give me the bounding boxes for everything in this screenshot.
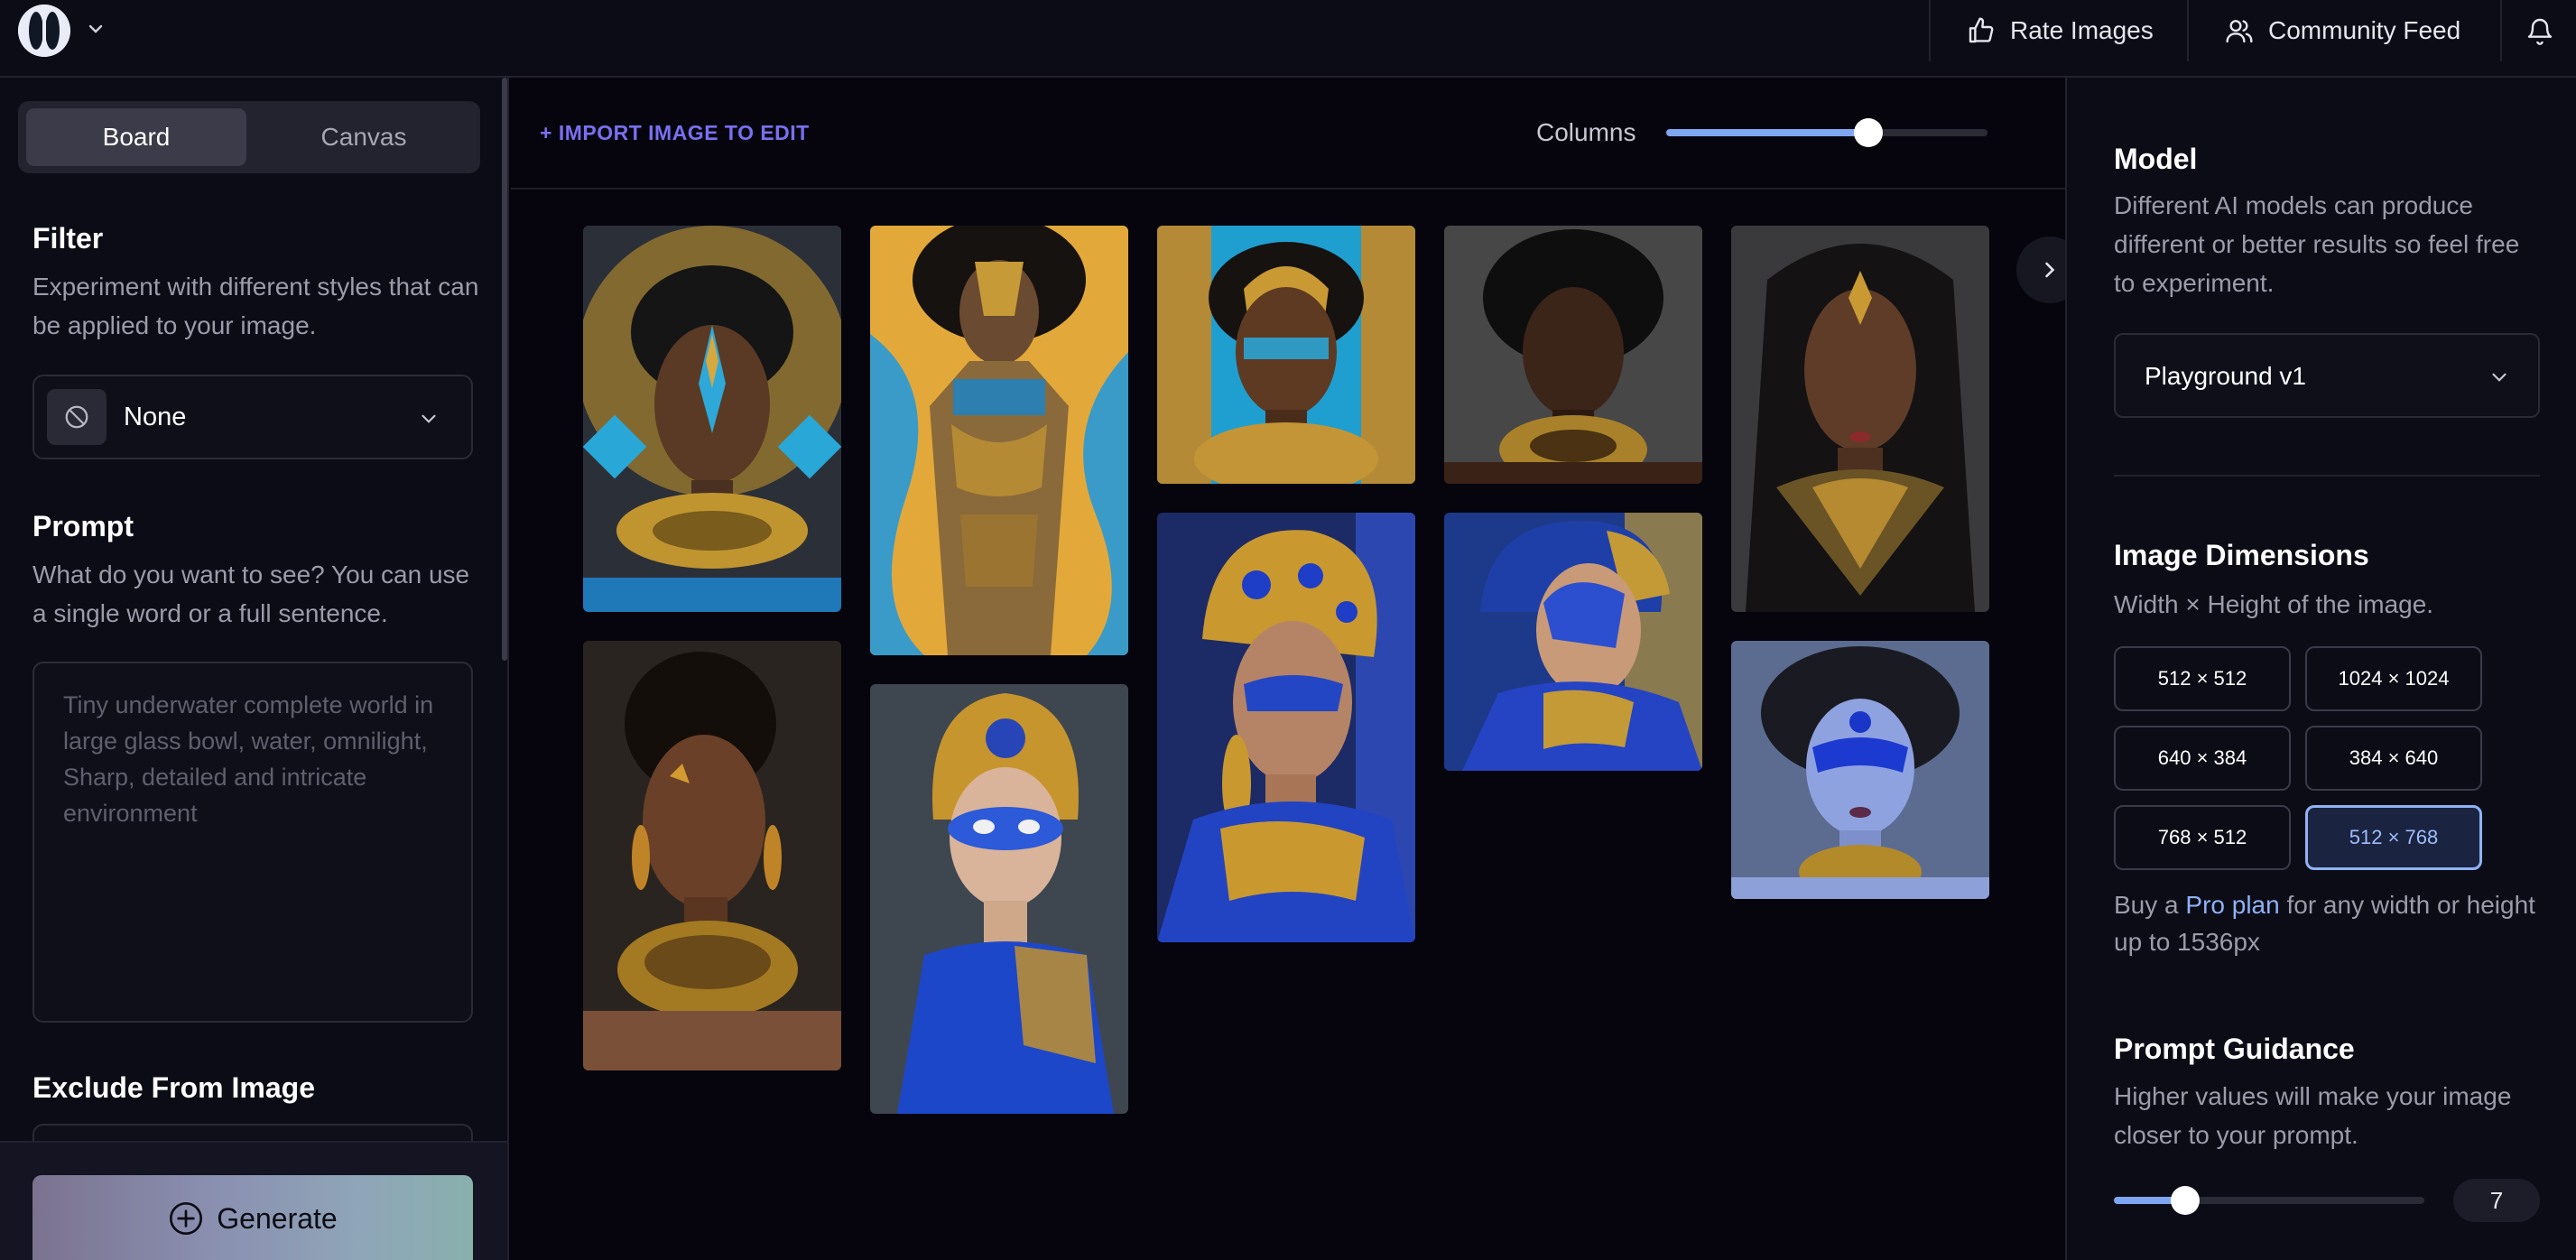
users-icon (2226, 20, 2253, 43)
notifications-button[interactable] (2500, 0, 2576, 61)
dimension-option[interactable]: 768 × 512 (2114, 805, 2291, 870)
import-image-link[interactable]: + IMPORT IMAGE TO EDIT (540, 121, 810, 145)
rate-images-button[interactable]: Rate Images (1929, 0, 2187, 61)
bell-icon (2527, 18, 2553, 45)
chevron-down-icon (422, 414, 436, 423)
exclude-title: Exclude From Image (32, 1071, 315, 1104)
board-toolbar: + IMPORT IMAGE TO EDIT Columns (511, 78, 2065, 190)
model-description: Different AI models can produce differen… (2114, 191, 2520, 297)
chevron-down-icon (2492, 373, 2507, 382)
dimension-option[interactable]: 512 × 512 (2114, 646, 2291, 711)
chevron-right-icon (2045, 262, 2055, 278)
gallery-image-2[interactable] (870, 226, 1128, 655)
columns-label: Columns (1536, 118, 1636, 146)
left-sidebar: Board Canvas Filter Experiment with diff… (0, 78, 509, 1260)
model-value: Playground v1 (2145, 362, 2307, 390)
model-dropdown[interactable]: Playground v1 (2114, 333, 2540, 418)
gallery-image-5[interactable] (1731, 226, 1989, 612)
dimensions-title: Image Dimensions (2114, 539, 2369, 571)
sidebar-scrollbar[interactable] (502, 78, 507, 661)
guidance-slider-thumb[interactable] (2171, 1186, 2201, 1215)
dimension-option[interactable]: 1024 × 1024 (2305, 646, 2482, 711)
gallery-image-7[interactable] (870, 684, 1128, 1114)
model-title: Model (2114, 143, 2198, 175)
gallery-image-6[interactable] (583, 641, 841, 1070)
gallery-image-4[interactable] (1444, 226, 1702, 484)
dimensions-description: Width × Height of the image. (2114, 590, 2434, 618)
ban-icon (65, 405, 88, 429)
app-logo[interactable] (18, 5, 70, 57)
dimension-option[interactable]: 384 × 640 (2305, 726, 2482, 791)
filter-none-icon-box (47, 389, 107, 445)
filter-dropdown[interactable]: None (32, 375, 473, 459)
generate-label: Generate (217, 1201, 338, 1235)
generate-button[interactable]: Generate (32, 1175, 473, 1260)
thumbs-up-icon (1969, 17, 1994, 43)
board-canvas-toggle: Board Canvas (18, 101, 480, 173)
prompt-title: Prompt (32, 510, 134, 542)
prompt-input[interactable]: Tiny underwater complete world in large … (32, 662, 473, 1023)
dimension-option[interactable]: 640 × 384 (2114, 726, 2291, 791)
filter-value: None (124, 403, 187, 431)
gallery-image-9[interactable] (1444, 513, 1702, 771)
columns-slider[interactable] (1666, 118, 1988, 147)
divider (2114, 475, 2540, 477)
board-area: + IMPORT IMAGE TO EDIT Columns (511, 78, 2083, 1260)
gallery-image-8[interactable] (1157, 513, 1415, 942)
filter-description: Experiment with different styles that ca… (32, 273, 479, 339)
plus-circle-icon (170, 1202, 203, 1235)
gallery-image-10[interactable] (1731, 641, 1989, 899)
prompt-description: What do you want to see? You can use a s… (32, 561, 470, 627)
guidance-value[interactable]: 7 (2453, 1179, 2540, 1222)
gallery-image-3[interactable] (1157, 226, 1415, 484)
generate-area: Generate (0, 1141, 507, 1260)
top-bar: Rate Images Community Feed (0, 0, 2576, 78)
gallery-image-1[interactable] (583, 226, 841, 612)
community-feed-label: Community Feed (2268, 16, 2461, 44)
filter-title: Filter (32, 222, 104, 255)
right-sidebar: Model Different AI models can produce di… (2065, 78, 2576, 1260)
columns-slider-fill (1666, 129, 1869, 136)
guidance-title: Prompt Guidance (2114, 1033, 2355, 1065)
tab-board[interactable]: Board (26, 108, 246, 166)
tab-canvas[interactable]: Canvas (255, 108, 472, 166)
chevron-down-icon[interactable] (85, 18, 107, 40)
community-feed-button[interactable]: Community Feed (2187, 0, 2500, 61)
rate-images-label: Rate Images (2010, 16, 2154, 44)
columns-slider-thumb[interactable] (1854, 118, 1884, 147)
pro-plan-note: Buy a Pro plan for any width or height u… (2114, 886, 2547, 960)
pro-plan-link[interactable]: Pro plan (2185, 891, 2279, 919)
guidance-description: Higher values will make your image close… (2114, 1082, 2512, 1149)
dimension-option[interactable]: 512 × 768 (2305, 805, 2482, 870)
pro-note-prefix: Buy a (2114, 891, 2186, 919)
guidance-slider[interactable] (2114, 1186, 2424, 1215)
